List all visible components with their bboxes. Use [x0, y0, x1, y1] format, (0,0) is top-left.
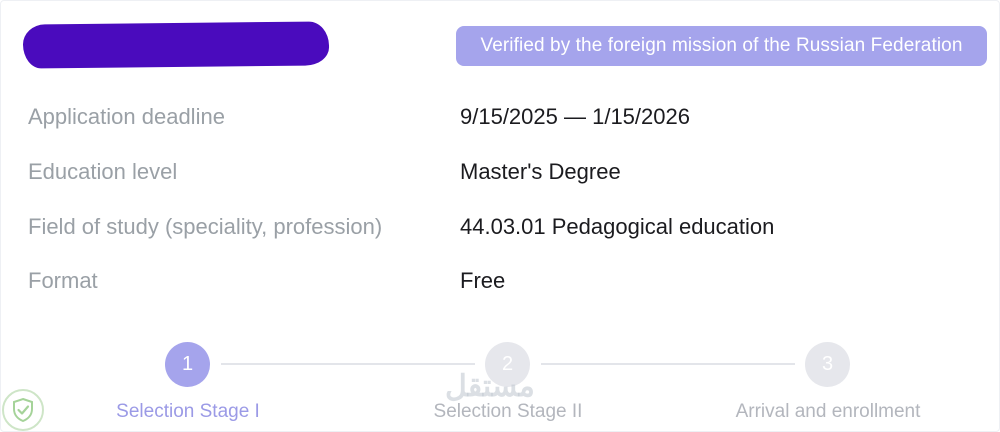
- info-value: Master's Degree: [460, 159, 621, 184]
- watermark-text: مستقل: [445, 370, 535, 403]
- info-row-deadline: Application deadline 9/15/2025 — 1/15/20…: [1, 102, 1000, 132]
- info-value: 9/15/2025 — 1/15/2026: [460, 104, 690, 129]
- info-label: Field of study (speciality, profession): [28, 214, 383, 239]
- step-1-circle[interactable]: 1: [165, 342, 210, 387]
- info-row-education-level: Education level Master's Degree: [1, 157, 1000, 187]
- redacted-program-title: [22, 21, 330, 69]
- info-row-format: Format Free: [1, 266, 1000, 296]
- step-connector: [541, 363, 795, 365]
- program-card: Verified by the foreign mission of the R…: [0, 0, 1000, 432]
- shield-check-icon: [2, 389, 44, 431]
- step-3-circle[interactable]: 3: [805, 342, 850, 387]
- step-connector: [221, 363, 475, 365]
- info-value: 44.03.01 Pedagogical education: [460, 214, 775, 239]
- info-label: Education level: [28, 159, 178, 184]
- step-1-label[interactable]: Selection Stage I: [116, 401, 260, 423]
- info-label: Format: [28, 268, 98, 293]
- step-2-label[interactable]: Selection Stage II: [434, 401, 583, 423]
- info-label: Application deadline: [28, 104, 225, 129]
- info-row-field-of-study: Field of study (speciality, profession) …: [1, 212, 1000, 242]
- verified-badge: Verified by the foreign mission of the R…: [456, 26, 987, 66]
- info-value: Free: [460, 268, 506, 293]
- step-3-label[interactable]: Arrival and enrollment: [736, 401, 921, 423]
